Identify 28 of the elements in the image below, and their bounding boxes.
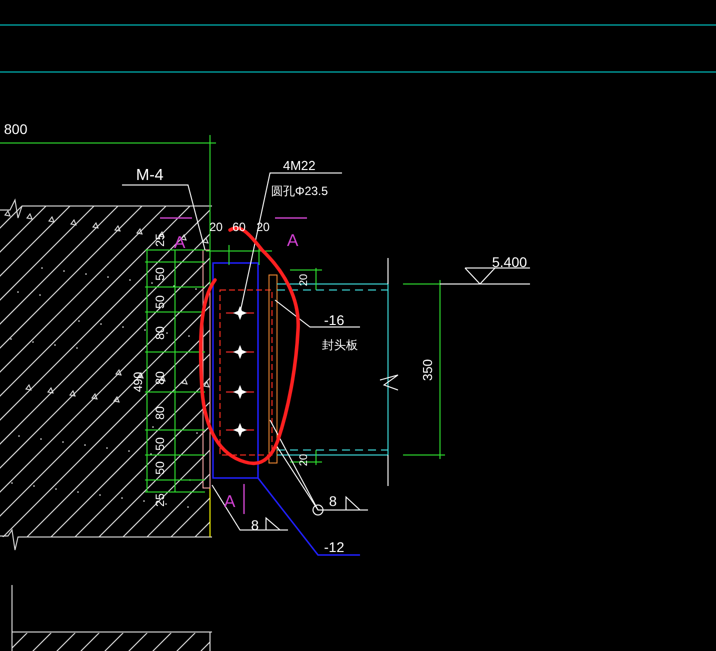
annotation-label: 5.400 [492,254,528,270]
bolt-drawing [226,423,254,437]
dimension-label: 80 [153,406,167,420]
dimension-label: 800 [4,121,28,137]
dimension-label: 350 [420,359,435,381]
annotation-label: 8 [329,493,337,509]
dimension-label: 80 [153,326,167,340]
dimension-label: 50 [153,295,167,309]
bolt-drawing [226,306,254,320]
bolt-drawing [226,345,254,359]
dimension-label: 50 [153,437,167,451]
dimension-label: 50 [153,267,167,281]
section-mark-label: A [224,492,236,511]
dimension-label: 80 [153,371,167,385]
dimension-label: 20 [298,454,310,466]
annotation-label: 4M22 [283,158,316,173]
dimension-label: 25 [153,233,167,247]
annotation-label: M-4 [136,167,164,184]
dimension-label: 490 [131,372,145,392]
dimension-label: 50 [153,461,167,475]
annotation-label: -16 [324,312,344,328]
dimension-label: 20 [298,274,310,286]
annotation-label: 圆孔Φ23.5 [271,184,328,198]
section-mark-label: A [287,231,298,250]
bolt-drawing [226,385,254,399]
annotation-label: 封头板 [322,338,358,352]
annotation-label: -12 [324,539,344,555]
dimension-label: 25 [153,493,167,507]
